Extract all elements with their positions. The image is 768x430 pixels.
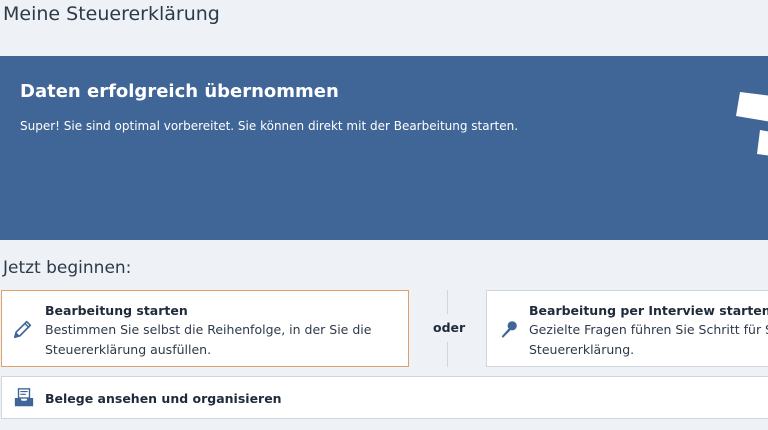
microphone-icon bbox=[501, 321, 517, 338]
section-title: Jetzt beginnen: bbox=[3, 258, 132, 278]
divider-top bbox=[447, 290, 448, 314]
interview-editing-title: Bearbeitung per Interview starten bbox=[529, 303, 768, 318]
document-decoration-icon bbox=[736, 92, 768, 156]
or-label: oder bbox=[433, 320, 466, 335]
divider-bottom bbox=[447, 342, 448, 367]
banner-title: Daten erfolgreich übernommen bbox=[20, 81, 339, 102]
start-editing-desc-line2: Steuererklärung ausfüllen. bbox=[45, 342, 212, 357]
start-editing-button[interactable]: Bearbeitung starten Bestimmen Sie selbst… bbox=[1, 290, 409, 367]
pencil-icon bbox=[13, 320, 32, 339]
start-editing-desc-line1: Bestimmen Sie selbst die Reihenfolge, in… bbox=[45, 322, 372, 337]
interview-editing-button[interactable]: Bearbeitung per Interview starten Geziel… bbox=[486, 290, 768, 367]
start-editing-title: Bearbeitung starten bbox=[45, 303, 188, 318]
page-title: Meine Steuererklärung bbox=[3, 3, 220, 25]
interview-editing-desc-line1: Gezielte Fragen führen Sie Schritt für S… bbox=[529, 322, 768, 337]
receipt-inbox-icon bbox=[14, 388, 34, 407]
success-banner: Daten erfolgreich übernommen Super! Sie … bbox=[0, 56, 768, 240]
view-receipts-title: Belege ansehen und organisieren bbox=[45, 391, 282, 406]
banner-subtitle: Super! Sie sind optimal vorbereitet. Sie… bbox=[20, 119, 519, 133]
view-receipts-button[interactable]: Belege ansehen und organisieren bbox=[1, 376, 768, 419]
interview-editing-desc-line2: Steuererklärung. bbox=[529, 342, 635, 357]
